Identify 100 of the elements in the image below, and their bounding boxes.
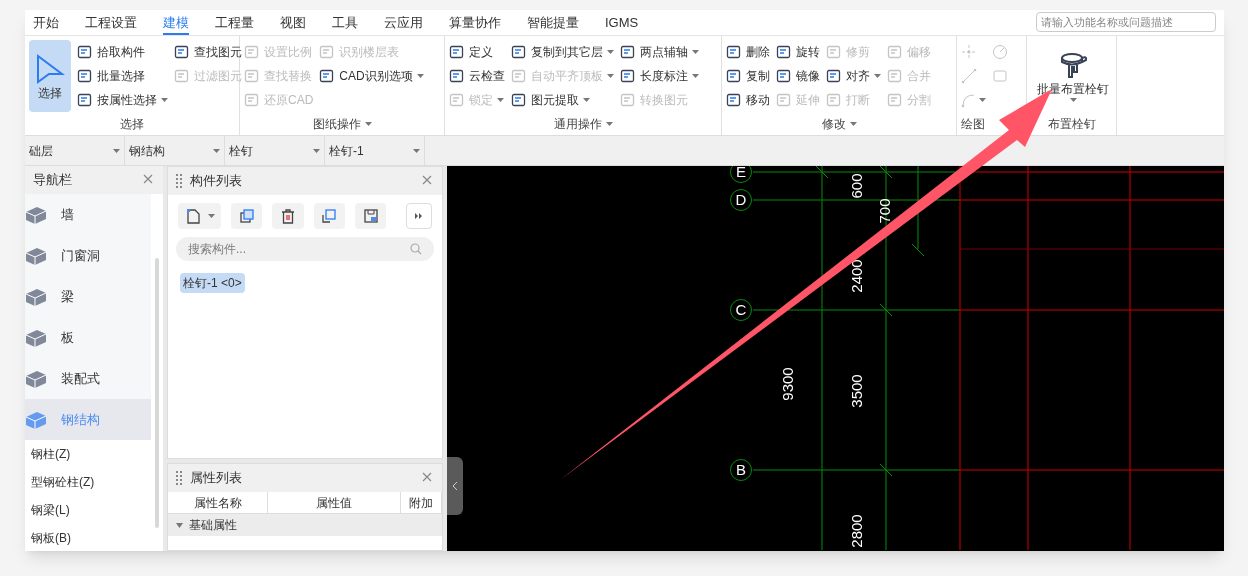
expand-button[interactable] — [406, 203, 432, 229]
menu-tab[interactable]: 工具 — [332, 12, 358, 35]
nav-sub-item[interactable]: 钢板(B) — [25, 524, 151, 551]
expanded-caret-icon — [176, 521, 183, 529]
dimension-label: 3500 — [848, 374, 865, 408]
tool-icon — [449, 68, 465, 84]
tool-icon — [449, 44, 465, 60]
tool-button[interactable]: 图元提取 — [511, 88, 614, 112]
group-label: 图纸操作 — [312, 116, 361, 133]
tool-button[interactable]: 旋转 — [776, 40, 820, 64]
menu-tab[interactable]: 开始 — [33, 12, 59, 35]
caret-icon — [113, 148, 120, 153]
nav-category[interactable]: 板 — [25, 317, 151, 358]
drag-handle-icon — [176, 174, 182, 188]
nav-sub-item[interactable]: 型钢砼柱(Z) — [25, 468, 151, 496]
axis-bubble: D — [730, 189, 752, 211]
tool-button[interactable]: 云检查 — [449, 64, 505, 88]
caret-icon — [161, 98, 168, 102]
component-search-field[interactable]: 搜索构件... — [176, 237, 434, 261]
nav-category[interactable]: 墙 — [25, 194, 151, 235]
tool-icon — [826, 68, 842, 84]
copy-icon — [237, 207, 256, 225]
line-icon — [961, 68, 977, 84]
dimension-label: 600 — [848, 173, 865, 199]
tool-button[interactable]: 定义 — [449, 40, 505, 64]
component-item[interactable]: 栓钉-1 <0> — [180, 273, 245, 293]
tool-button[interactable]: 按属性选择 — [77, 88, 168, 112]
caret-icon — [874, 74, 881, 78]
tool-icon — [174, 68, 190, 84]
tool-button[interactable]: 镜像 — [776, 64, 820, 88]
close-button[interactable] — [422, 175, 434, 187]
dimension-label: 2400 — [848, 259, 865, 293]
caret-icon — [607, 50, 614, 54]
toolbar-button[interactable] — [355, 203, 387, 229]
caret-icon — [849, 122, 857, 126]
function-search-field[interactable]: 请输入功能名称或问题描述 — [1036, 12, 1216, 32]
tool-icon — [244, 68, 260, 84]
dimension-label: 9300 — [779, 367, 796, 401]
menu-tab[interactable]: 算量协作 — [449, 12, 501, 35]
tool-button[interactable]: 拾取构件 — [77, 40, 168, 64]
axis-bubble: C — [730, 299, 752, 321]
menu-tab[interactable]: 云应用 — [384, 12, 423, 35]
selector-dropdown[interactable]: 钢结构 — [125, 136, 225, 165]
nav-category[interactable]: 门窗洞 — [25, 235, 151, 276]
selector-dropdown[interactable]: 础层 — [25, 136, 125, 165]
drag-handle-icon — [176, 471, 182, 485]
menu-tab[interactable]: IGMS — [605, 12, 639, 35]
collapse-handle[interactable] — [447, 457, 463, 515]
selector-dropdown[interactable]: 栓钉 — [225, 136, 325, 165]
cad-canvas[interactable]: E D C B 600 700 2400 9300 3500 2800 — [447, 166, 1224, 551]
tool-icon — [826, 92, 842, 108]
menu-tab[interactable]: 视图 — [280, 12, 306, 35]
menu-tab[interactable]: 建模 — [163, 12, 189, 35]
tool-icon — [887, 92, 903, 108]
tool-button[interactable]: 对齐 — [826, 64, 881, 88]
chevron-left-icon — [452, 482, 458, 490]
tool-button[interactable]: 复制到其它层 — [511, 40, 614, 64]
menu-tab[interactable]: 智能提量 — [527, 12, 579, 35]
stud-icon — [1058, 50, 1088, 80]
tool-button[interactable]: 选择 — [29, 40, 71, 112]
group-label: 修改 — [821, 116, 846, 133]
tool-button[interactable]: 删除 — [726, 40, 770, 64]
tool-icon — [77, 68, 93, 84]
menu-tab[interactable]: 工程设置 — [85, 12, 137, 35]
tool-button[interactable]: 两点辅轴 — [620, 40, 699, 64]
nav-sub-item[interactable]: 钢梁(L) — [25, 496, 151, 524]
caret-icon — [692, 50, 699, 54]
close-button[interactable] — [143, 174, 155, 186]
tool-button[interactable]: 查找图元 — [174, 40, 242, 64]
property-group-row[interactable]: 基础属性 — [168, 514, 442, 536]
dimension-label: 2800 — [848, 514, 865, 548]
tool-button[interactable]: 批量选择 — [77, 64, 168, 88]
tool-button[interactable]: 复制 — [726, 64, 770, 88]
tool-button[interactable]: CAD识别选项 — [319, 64, 424, 88]
toolbar-button[interactable] — [178, 203, 222, 229]
tool-icon — [620, 44, 636, 60]
selector-dropdown[interactable]: 栓钉-1 — [325, 136, 425, 165]
toolbar-button[interactable] — [313, 203, 346, 229]
tool-icon — [620, 92, 636, 108]
tool-button[interactable]: 长度标注 — [620, 64, 699, 88]
layers-icon — [320, 207, 339, 225]
axis-bubble: E — [730, 166, 752, 183]
rectangle-icon — [992, 68, 1008, 84]
tool-icon — [887, 44, 903, 60]
nav-category[interactable]: 装配式 — [25, 358, 151, 399]
nav-sub-item[interactable]: 钢柱(Z) — [25, 440, 151, 468]
close-button[interactable] — [422, 472, 434, 484]
group-label: 绘图 — [961, 116, 985, 133]
caret-icon — [1069, 98, 1077, 102]
new-file-icon — [184, 207, 203, 225]
group-label: 选择 — [120, 116, 144, 133]
arc-icon — [961, 92, 977, 108]
menu-tab[interactable]: 工程量 — [215, 12, 254, 35]
nav-category[interactable]: 梁 — [25, 276, 151, 317]
group-label: 布置栓钉 — [1047, 116, 1096, 133]
toolbar-button[interactable] — [272, 203, 304, 229]
tool-button[interactable]: 移动 — [726, 88, 770, 112]
caret-icon — [364, 122, 372, 126]
toolbar-button[interactable] — [231, 203, 263, 229]
scrollbar[interactable] — [155, 258, 159, 528]
